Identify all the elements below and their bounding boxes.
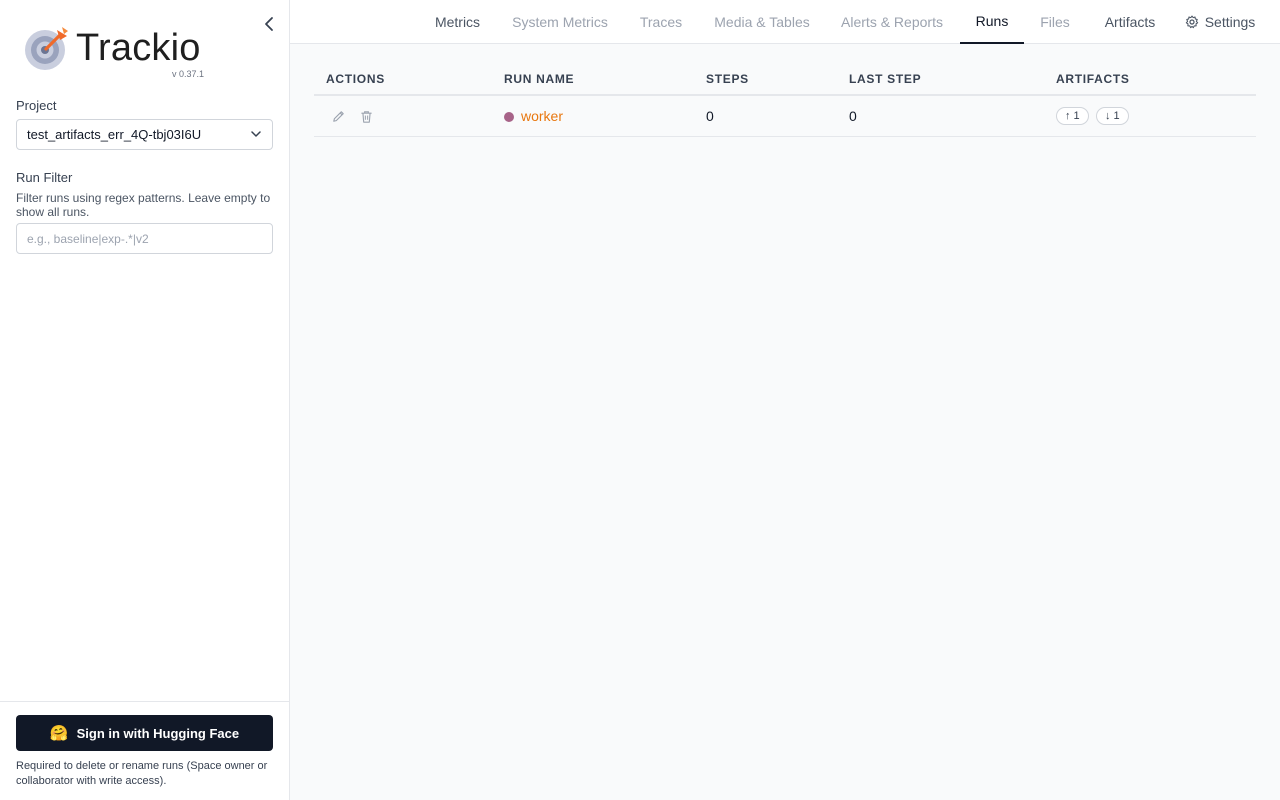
target-logo-icon [25,27,68,70]
runs-table: ACTIONS RUN NAME STEPS LAST STEP ARTIFAC… [314,62,1256,137]
tab-settings[interactable]: Settings [1182,0,1258,44]
column-header: STEPS [706,72,749,86]
tab-alerts-reports[interactable]: Alerts & Reports [835,0,949,44]
tab-metrics[interactable]: Metrics [425,0,490,44]
tab-artifacts[interactable]: Artifacts [1096,0,1164,44]
sign-in-hugging-face-button[interactable]: 🤗 Sign in with Hugging Face [16,715,273,751]
tab-runs[interactable]: Runs [960,0,1024,44]
hugging-face-icon: 🤗 [49,724,69,742]
sidebar: Trackio v 0.37.1 Project test_artifacts_… [0,0,290,800]
run-filter-input[interactable] [16,223,273,254]
steps-value: 0 [706,108,714,124]
tab-label: Metrics [434,14,481,30]
tab-label: Runs [975,13,1009,29]
tab-label: Files [1040,14,1070,30]
logo: Trackio v 0.37.1 [24,26,209,82]
pencil-icon[interactable] [331,109,346,124]
tab-label: System Metrics [512,14,608,30]
tab-label: Artifacts [1104,14,1156,30]
run-filter-help: Filter runs using regex patterns. Leave … [16,191,271,219]
column-header: LAST STEP [849,72,922,86]
tab-label: Traces [639,14,683,30]
sidebar-footer: 🤗 Sign in with Hugging Face Required to … [0,701,289,800]
last-step-value: 0 [849,108,857,124]
tab-files[interactable]: Files [1034,0,1076,44]
artifacts-logged-badge[interactable]: ↑ 1 [1056,107,1089,125]
tab-traces[interactable]: Traces [633,0,689,44]
gear-icon [1185,15,1198,29]
table-row: worker 0 0 ↑ 1 ↓ 1 [314,96,1256,137]
project-select-value: test_artifacts_err_4Q-tbj03I6U [27,127,202,142]
tab-label: Media & Tables [714,14,810,30]
sign-in-label: Sign in with Hugging Face [76,725,240,741]
chevron-left-icon[interactable] [262,16,276,32]
run-name-link[interactable]: worker [521,108,563,124]
artifacts-used-badge[interactable]: ↓ 1 [1096,107,1129,125]
tab-system-metrics[interactable]: System Metrics [504,0,616,44]
chevron-down-icon [251,131,261,137]
app-version: v 0.37.1 [172,69,205,79]
run-filter-label: Run Filter [16,170,73,185]
tab-media-tables[interactable]: Media & Tables [708,0,816,44]
app-name: Trackio [76,27,201,69]
table-header: ACTIONS RUN NAME STEPS LAST STEP ARTIFAC… [314,62,1256,96]
tab-label: Settings [1204,14,1256,30]
trash-icon[interactable] [359,109,374,124]
column-header: RUN NAME [504,72,575,86]
tab-label: Alerts & Reports [841,14,943,30]
column-header: ARTIFACTS [1056,72,1130,86]
sign-in-note: Required to delete or rename runs (Space… [16,760,268,787]
project-label: Project [16,98,57,113]
project-select[interactable]: test_artifacts_err_4Q-tbj03I6U [16,119,273,150]
column-header: ACTIONS [326,72,385,86]
run-color-dot [504,112,514,122]
top-nav: Metrics System Metrics Traces Media & Ta… [290,0,1280,44]
